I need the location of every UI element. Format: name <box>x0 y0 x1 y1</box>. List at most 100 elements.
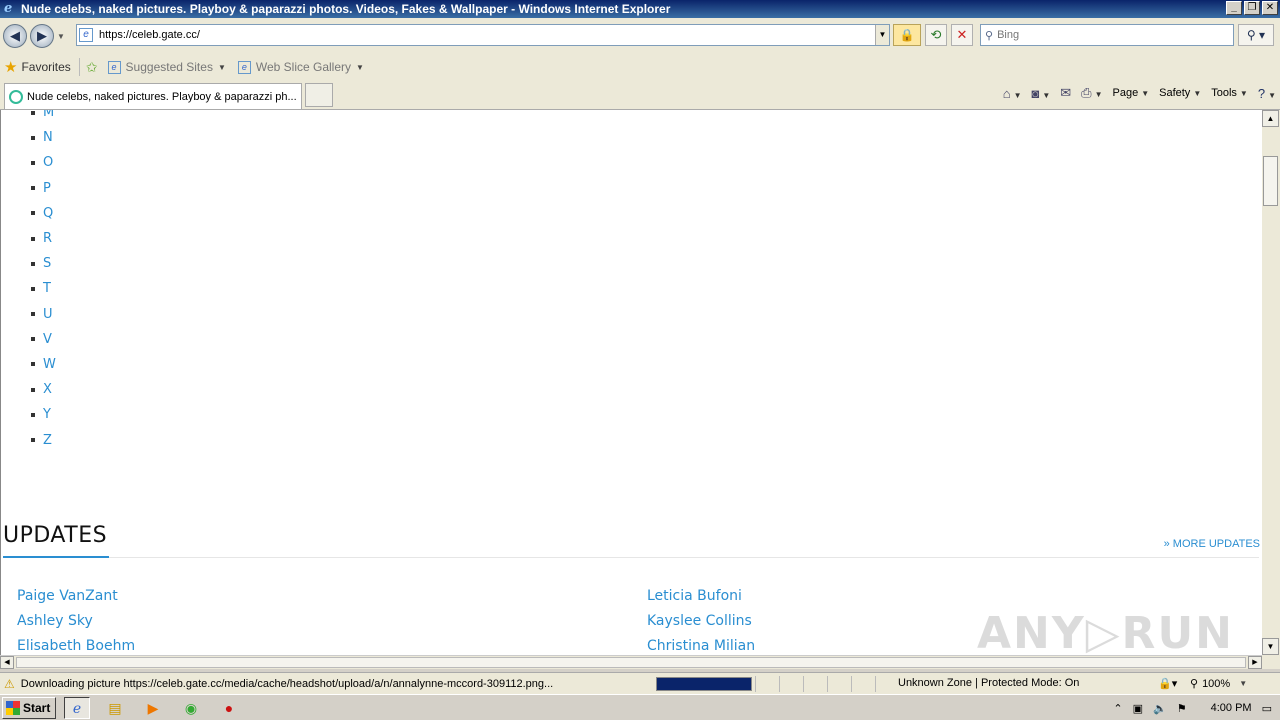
letter-link[interactable]: Q <box>43 206 53 221</box>
title-bar: e Nude celebs, naked pictures. Playboy &… <box>0 0 1280 18</box>
address-dropdown-icon[interactable]: ▼ <box>875 25 889 45</box>
active-tab[interactable]: Nude celebs, naked pictures. Playboy & p… <box>4 83 302 109</box>
letter-link[interactable]: O <box>43 155 53 170</box>
ie-taskbar-icon[interactable]: e <box>64 696 90 719</box>
letter-item: Q <box>31 201 56 226</box>
media-player-icon[interactable]: ▶ <box>140 697 166 719</box>
home-button[interactable]: ⌂ ▼ <box>1003 86 1022 101</box>
history-dropdown-icon[interactable]: ▼ <box>57 32 65 41</box>
scroll-down-arrow-icon[interactable]: ▼ <box>1262 638 1279 655</box>
favorites-button[interactable]: Favorites <box>21 60 70 74</box>
refresh-button[interactable]: ⟲ <box>925 24 947 46</box>
celeb-link[interactable]: Kayslee Collins <box>647 613 755 638</box>
tab-label: Nude celebs, naked pictures. Playboy & p… <box>27 90 297 103</box>
scroll-right-arrow-icon[interactable]: ▶ <box>1248 656 1262 669</box>
vertical-scrollbar[interactable]: ▲ ▼ <box>1262 110 1280 655</box>
restore-button[interactable]: ❐ <box>1244 1 1260 15</box>
search-icon: ⚲ <box>985 29 994 42</box>
favorites-bar: ★ Favorites ✩ e Suggested Sites ▼ e Web … <box>0 54 1280 80</box>
letter-link[interactable]: N <box>43 130 53 145</box>
feeds-button[interactable]: ◙ ▼ <box>1031 86 1050 101</box>
flag-icon[interactable]: ⚑ <box>1177 702 1187 715</box>
progress-bar <box>656 677 752 691</box>
letter-item: U <box>31 302 56 327</box>
explorer-icon[interactable]: ▤ <box>102 697 128 719</box>
close-window-button[interactable]: ✕ <box>1262 1 1278 15</box>
forward-button[interactable]: ▶ <box>30 24 54 48</box>
window-title: Nude celebs, naked pictures. Playboy & p… <box>21 2 671 16</box>
celeb-link[interactable]: Elisabeth Boehm <box>17 638 135 655</box>
window-controls: _ ❐ ✕ <box>1226 1 1278 15</box>
scroll-left-arrow-icon[interactable]: ◀ <box>0 656 14 669</box>
search-button[interactable]: ⚲ ▾ <box>1238 24 1274 46</box>
letter-link[interactable]: W <box>43 357 56 372</box>
system-tray: ⌃ ▣ 🔈 ⚑ 4:00 PM ▭ <box>1105 697 1280 719</box>
letter-link[interactable]: M <box>43 110 54 120</box>
zoom-control[interactable]: ⚲ 100% ▼ <box>1190 677 1247 691</box>
start-button[interactable]: Start <box>2 696 56 719</box>
ie-logo-icon: e <box>4 1 13 16</box>
tools-menu[interactable]: Tools ▼ <box>1211 87 1248 99</box>
warning-icon: ⚠ <box>4 676 15 691</box>
search-box[interactable]: ⚲ Bing <box>980 24 1234 46</box>
safety-menu[interactable]: Safety ▼ <box>1159 87 1201 99</box>
favorites-star-icon: ★ <box>4 59 18 76</box>
page-menu-label: Page <box>1112 87 1139 99</box>
scroll-thumb[interactable] <box>16 657 1246 668</box>
security-zone[interactable]: Unknown Zone | Protected Mode: On <box>898 677 1079 689</box>
scroll-corner <box>1262 655 1280 669</box>
volume-icon[interactable]: 🔈 <box>1153 702 1167 715</box>
loading-icon <box>9 89 23 104</box>
letter-link[interactable]: X <box>43 382 52 397</box>
opera-icon[interactable]: ● <box>216 697 242 719</box>
scroll-up-arrow-icon[interactable]: ▲ <box>1262 110 1279 127</box>
help-button[interactable]: ? ▼ <box>1258 86 1276 101</box>
new-tab-button[interactable] <box>305 83 333 107</box>
progress-fill <box>657 678 751 690</box>
search-placeholder[interactable]: Bing <box>997 29 1019 41</box>
letter-link[interactable]: U <box>43 307 53 322</box>
more-updates-link[interactable]: » MORE UPDATES <box>1164 538 1260 550</box>
letter-link[interactable]: S <box>43 256 51 271</box>
updates-right-column: Leticia Bufoni Kayslee Collins Christina M… <box>647 588 755 655</box>
help-icon: ? <box>1257 85 1266 101</box>
celeb-link[interactable]: Paige VanZant <box>17 588 135 613</box>
letter-item: Y <box>31 402 56 427</box>
letter-link[interactable]: V <box>43 332 52 347</box>
page-menu[interactable]: Page ▼ <box>1113 87 1150 99</box>
tray-expand-icon[interactable]: ⌃ <box>1113 702 1122 715</box>
lock-icon[interactable]: 🔒 <box>893 24 921 46</box>
clock[interactable]: 4:00 PM <box>1211 702 1252 714</box>
letter-item: M <box>31 110 56 125</box>
scroll-thumb[interactable] <box>1263 156 1278 206</box>
divider <box>109 557 1259 558</box>
celeb-link[interactable]: Christina Milian <box>647 638 755 655</box>
suggested-sites-link[interactable]: e Suggested Sites ▼ <box>107 60 226 74</box>
chrome-icon[interactable]: ◉ <box>178 697 204 719</box>
letter-link[interactable]: P <box>43 181 51 196</box>
add-favorite-icon[interactable]: ✩ <box>86 59 98 76</box>
back-button[interactable]: ◀ <box>3 24 27 48</box>
zoom-icon: ⚲ <box>1190 678 1199 690</box>
letter-link[interactable]: Z <box>43 433 52 448</box>
letter-link[interactable]: Y <box>43 407 51 422</box>
web-slice-gallery-link[interactable]: e Web Slice Gallery ▼ <box>237 60 364 74</box>
horizontal-scrollbar[interactable]: ◀ ▶ <box>0 655 1262 669</box>
celeb-link[interactable]: Ashley Sky <box>17 613 135 638</box>
tools-menu-label: Tools <box>1211 87 1237 99</box>
protected-mode-icon[interactable]: 🔒▾ <box>1158 677 1177 690</box>
mail-icon[interactable]: ✉ <box>1060 85 1071 101</box>
minimize-button[interactable]: _ <box>1226 1 1242 15</box>
show-desktop-icon[interactable]: ▭ <box>1262 702 1272 715</box>
address-bar[interactable]: e https://celeb.gate.cc/ ▼ <box>76 24 890 46</box>
updates-left-column: Paige VanZant Ashley Sky Elisabeth Boehm <box>17 588 135 655</box>
celeb-link[interactable]: Leticia Bufoni <box>647 588 755 613</box>
stop-button[interactable]: ✕ <box>951 24 973 46</box>
print-button[interactable]: ⎙ ▼ <box>1081 85 1102 101</box>
letter-link[interactable]: T <box>43 281 51 296</box>
address-text[interactable]: https://celeb.gate.cc/ <box>99 29 200 41</box>
letter-link[interactable]: R <box>43 231 52 246</box>
ie-page-icon: e <box>107 60 121 74</box>
web-slice-gallery-label: Web Slice Gallery <box>255 60 352 74</box>
network-icon[interactable]: ▣ <box>1133 702 1143 715</box>
